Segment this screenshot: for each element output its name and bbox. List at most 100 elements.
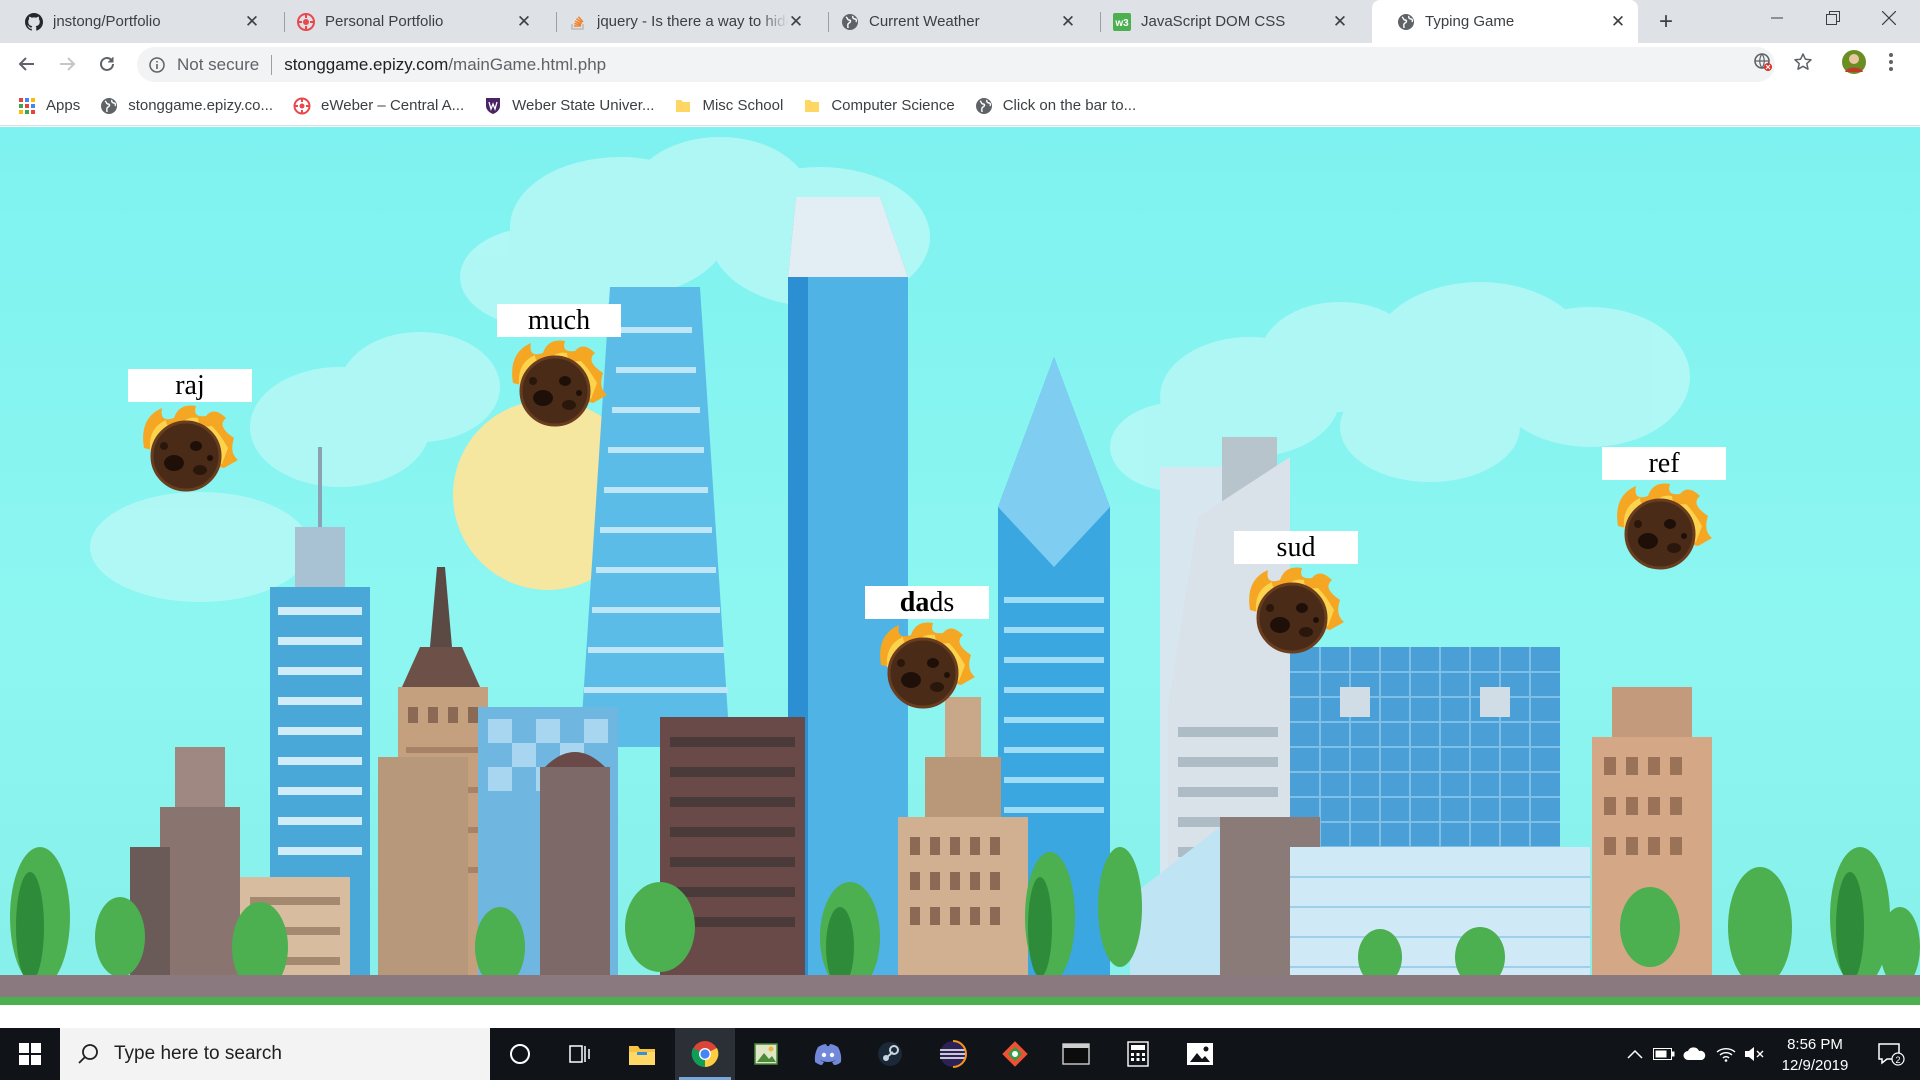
wifi-icon[interactable] bbox=[1712, 1028, 1740, 1080]
calculator-icon[interactable] bbox=[1108, 1028, 1168, 1080]
remaining-letters: ds bbox=[929, 587, 955, 618]
bookmark-click-bar[interactable]: Click on the bar to... bbox=[975, 97, 1136, 115]
close-tab-icon[interactable]: ✕ bbox=[1610, 13, 1626, 30]
globe-icon bbox=[100, 97, 118, 115]
cortana-icon[interactable] bbox=[490, 1028, 550, 1080]
bookmark-stonggame[interactable]: stonggame.epizy.co... bbox=[100, 97, 273, 115]
stackoverflow-icon bbox=[569, 13, 587, 31]
discord-icon[interactable] bbox=[798, 1028, 858, 1080]
onedrive-icon[interactable] bbox=[1680, 1028, 1710, 1080]
photos-icon[interactable] bbox=[1170, 1028, 1230, 1080]
meteor: dads bbox=[865, 586, 991, 715]
address-bar[interactable]: Not secure stonggame.epizy.com/mainGame.… bbox=[137, 47, 1775, 82]
meteor-fireball-icon bbox=[880, 622, 975, 709]
restore-icon[interactable] bbox=[1810, 0, 1856, 36]
url-text[interactable]: stonggame.epizy.com/mainGame.html.php bbox=[284, 55, 606, 75]
forward-icon[interactable] bbox=[52, 49, 82, 79]
steam-icon[interactable] bbox=[860, 1028, 920, 1080]
bookmark-apps[interactable]: Apps bbox=[18, 97, 80, 115]
file-explorer-icon[interactable] bbox=[612, 1028, 672, 1080]
tab-javascript-dom-css[interactable]: w3 JavaScript DOM CSS ✕ bbox=[1088, 0, 1360, 43]
bookmark-label: stonggame.epizy.co... bbox=[128, 97, 274, 114]
eclipse-icon[interactable] bbox=[923, 1028, 983, 1080]
tab-current-weather[interactable]: Current Weather ✕ bbox=[816, 0, 1088, 43]
game-canvas[interactable]: raj much dads sud ref bbox=[0, 127, 1920, 1005]
volume-muted-icon[interactable] bbox=[1740, 1028, 1768, 1080]
bookmark-label: Weber State Univer... bbox=[512, 97, 655, 114]
avatar[interactable] bbox=[1841, 49, 1867, 75]
globe-icon bbox=[975, 97, 993, 115]
w3-icon: w3 bbox=[1113, 12, 1131, 31]
bookmark-label: eWeber – Central A... bbox=[321, 97, 465, 114]
bookmark-label: Computer Science bbox=[831, 97, 955, 114]
tab-title: jnstong/Portfolio bbox=[53, 13, 161, 30]
remaining-letters: much bbox=[527, 305, 591, 336]
page-bottom-strip bbox=[0, 1005, 1920, 1028]
search-placeholder: Type here to search bbox=[114, 1043, 282, 1064]
globe-icon bbox=[1397, 13, 1415, 31]
tab-title: jquery - Is there a way to hide bbox=[597, 13, 788, 30]
divider bbox=[271, 54, 273, 75]
photo-editor-icon[interactable] bbox=[736, 1028, 796, 1080]
bookmark-star-icon[interactable] bbox=[1792, 51, 1814, 73]
back-icon[interactable] bbox=[12, 49, 42, 79]
meteor-fireball-icon bbox=[1249, 567, 1344, 654]
task-view-icon[interactable] bbox=[550, 1028, 610, 1080]
svg-text:w3: w3 bbox=[1114, 18, 1129, 29]
tab-title: JavaScript DOM CSS bbox=[1141, 13, 1286, 30]
clock-time: 8:56 PM bbox=[1787, 1036, 1843, 1053]
tab-github[interactable]: jnstong/Portfolio ✕ bbox=[0, 0, 272, 43]
bookmark-weber-state[interactable]: Weber State Univer... bbox=[484, 97, 654, 115]
meteor-fireball-icon bbox=[143, 405, 238, 492]
typed-letters: da bbox=[899, 587, 930, 618]
meteor: much bbox=[497, 304, 623, 433]
close-tab-icon[interactable]: ✕ bbox=[788, 13, 804, 30]
battery-icon[interactable] bbox=[1650, 1028, 1678, 1080]
security-label: Not secure bbox=[177, 54, 260, 74]
tab-title: Typing Game bbox=[1425, 13, 1515, 30]
system-clock[interactable]: 8:56 PM 12/9/2019 bbox=[1770, 1034, 1860, 1076]
chrome-icon[interactable] bbox=[675, 1028, 735, 1080]
url-path: /mainGame.html.php bbox=[448, 54, 607, 74]
meteor-fireball-icon bbox=[512, 340, 607, 427]
windows-taskbar: Type here to search 8:56 PM 12/9/2019 2 bbox=[0, 1028, 1920, 1080]
meteor-fireball-icon bbox=[1617, 483, 1712, 570]
tab-strip: jnstong/Portfolio ✕ Personal Portfolio ✕… bbox=[0, 0, 1920, 43]
bookmark-label: Click on the bar to... bbox=[1002, 97, 1137, 114]
tab-typing-game[interactable]: Typing Game ✕ bbox=[1372, 0, 1638, 43]
browser-toolbar: Not secure stonggame.epizy.com/mainGame.… bbox=[0, 43, 1920, 86]
weber-shield-icon bbox=[484, 97, 502, 115]
folder-icon bbox=[674, 97, 692, 115]
info-icon[interactable] bbox=[149, 56, 165, 73]
apps-grid-icon bbox=[18, 97, 36, 115]
meteor: ref bbox=[1602, 447, 1728, 576]
remaining-letters: raj bbox=[175, 370, 205, 401]
tab-jquery[interactable]: jquery - Is there a way to hide ✕ bbox=[544, 0, 816, 43]
close-tab-icon[interactable]: ✕ bbox=[1332, 13, 1348, 30]
translate-blocked-icon[interactable] bbox=[1752, 51, 1774, 73]
terminal-icon[interactable] bbox=[1046, 1028, 1106, 1080]
new-tab-button[interactable]: + bbox=[1652, 9, 1680, 37]
taskbar-search-box[interactable]: Type here to search bbox=[60, 1028, 490, 1080]
windows-start-icon[interactable] bbox=[0, 1028, 60, 1080]
notifications-icon[interactable]: 2 bbox=[1866, 1028, 1916, 1080]
bookmark-eweber[interactable]: eWeber – Central A... bbox=[293, 97, 464, 115]
menu-kebab-icon[interactable] bbox=[1880, 51, 1902, 73]
search-icon bbox=[76, 1042, 100, 1066]
globe-icon bbox=[841, 13, 859, 31]
close-window-icon[interactable] bbox=[1866, 0, 1912, 36]
reload-icon[interactable] bbox=[92, 49, 122, 79]
remaining-letters: ref bbox=[1648, 448, 1680, 479]
show-hidden-icons-icon[interactable] bbox=[1622, 1028, 1648, 1080]
close-tab-icon[interactable]: ✕ bbox=[244, 13, 260, 30]
clock-date: 12/9/2019 bbox=[1781, 1057, 1849, 1074]
tab-personal-portfolio[interactable]: Personal Portfolio ✕ bbox=[272, 0, 544, 43]
bookmark-computer-science[interactable]: Computer Science bbox=[803, 97, 955, 115]
bookmark-misc-school[interactable]: Misc School bbox=[674, 97, 783, 115]
meteor: sud bbox=[1234, 531, 1360, 660]
minimize-icon[interactable] bbox=[1754, 0, 1800, 36]
tab-title: Personal Portfolio bbox=[325, 13, 444, 30]
close-tab-icon[interactable]: ✕ bbox=[1060, 13, 1076, 30]
git-icon[interactable] bbox=[985, 1028, 1045, 1080]
close-tab-icon[interactable]: ✕ bbox=[516, 13, 532, 30]
